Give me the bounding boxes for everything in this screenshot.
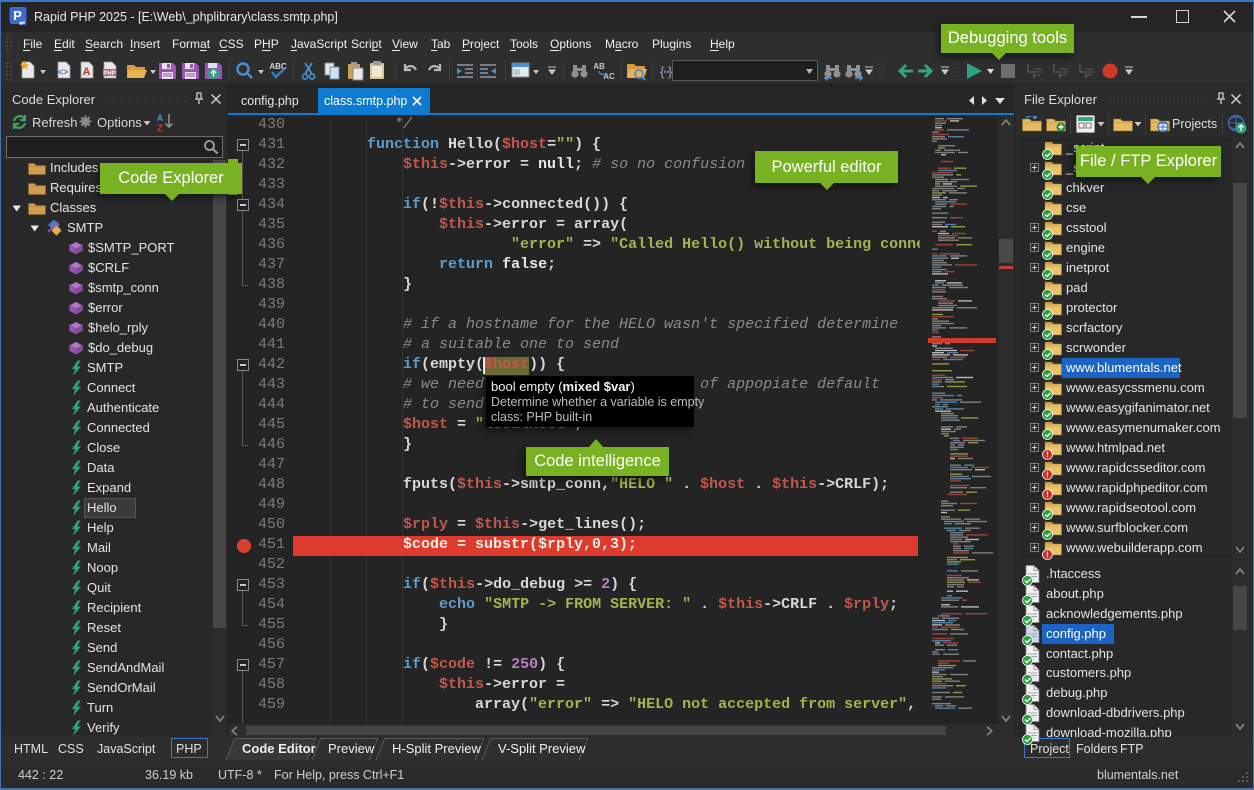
svg-text:Z: Z bbox=[157, 123, 163, 132]
svg-text:!: ! bbox=[1046, 491, 1049, 500]
svg-text:AC: AC bbox=[603, 72, 615, 81]
svg-text:A: A bbox=[157, 113, 164, 123]
svg-text:PHP: PHP bbox=[103, 71, 115, 77]
svg-text:!: ! bbox=[1046, 451, 1049, 460]
svg-text:!: ! bbox=[1046, 471, 1049, 480]
svg-text:<>: <> bbox=[58, 67, 69, 77]
svg-text:!: ! bbox=[1046, 551, 1049, 560]
svg-text:A: A bbox=[83, 66, 91, 78]
svg-text:AB: AB bbox=[594, 62, 605, 71]
